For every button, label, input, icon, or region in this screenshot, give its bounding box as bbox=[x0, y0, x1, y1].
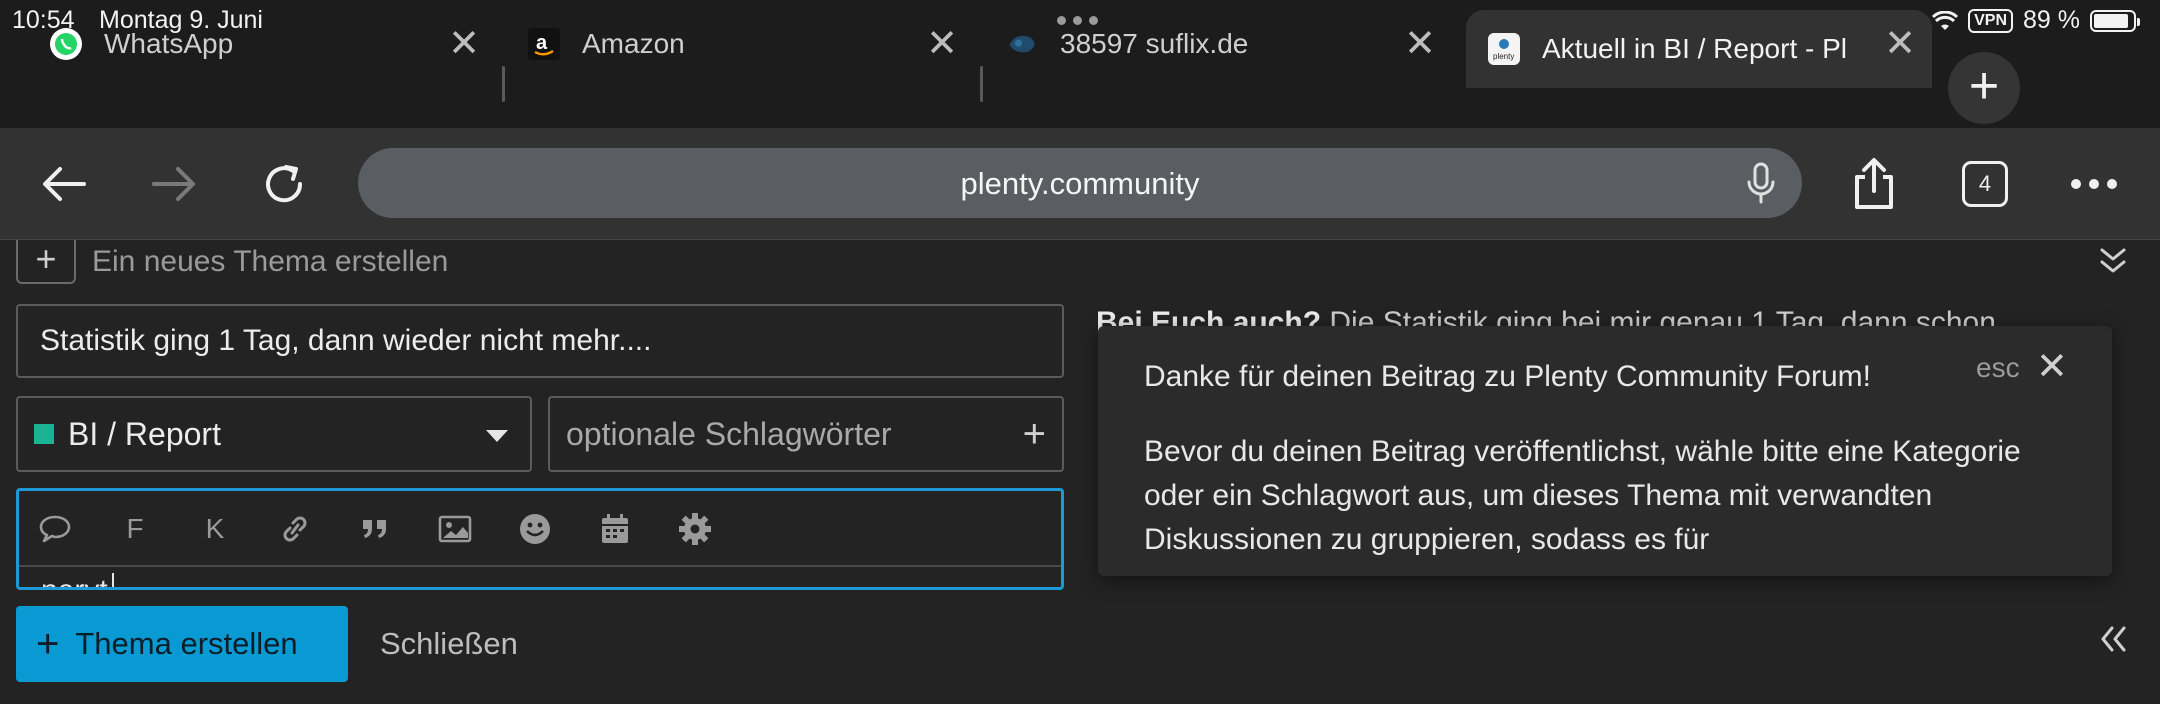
calendar-icon[interactable] bbox=[593, 509, 637, 549]
microphone-icon[interactable] bbox=[1746, 162, 1776, 209]
editor-body-text: nervt bbox=[41, 574, 108, 587]
wifi-icon bbox=[1932, 10, 1959, 30]
tab-plenty-active[interactable]: plenty Aktuell in BI / Report - Pl ✕ bbox=[1466, 10, 1932, 88]
tab-label: Aktuell in BI / Report - Pl bbox=[1542, 33, 1848, 64]
amazon-icon: a bbox=[528, 28, 560, 60]
tab-close-icon[interactable]: ✕ bbox=[1884, 25, 1916, 63]
tags-placeholder: optionale Schlagwörter bbox=[566, 415, 892, 452]
emoji-icon[interactable] bbox=[513, 509, 557, 549]
create-topic-button[interactable]: + Thema erstellen bbox=[16, 606, 348, 682]
tab-label: WhatsApp bbox=[104, 28, 234, 59]
close-composer-link[interactable]: Schließen bbox=[380, 626, 518, 662]
battery-icon bbox=[2090, 9, 2140, 32]
tab-label: Amazon bbox=[582, 28, 685, 59]
battery-percent: 89 % bbox=[2023, 6, 2080, 34]
new-topic-label: Ein neues Thema erstellen bbox=[92, 245, 449, 278]
bold-button[interactable]: F bbox=[113, 509, 157, 549]
plus-icon: + bbox=[36, 622, 60, 666]
address-bar[interactable]: plenty.community bbox=[358, 148, 1802, 218]
tab-amazon[interactable]: a Amazon ✕ bbox=[478, 10, 978, 78]
share-icon[interactable] bbox=[1846, 156, 1902, 212]
image-icon[interactable] bbox=[433, 509, 477, 549]
chevron-down-icon bbox=[486, 430, 508, 442]
text-cursor bbox=[111, 573, 114, 587]
esc-hint: esc bbox=[1976, 352, 2020, 383]
link-icon[interactable] bbox=[273, 509, 317, 549]
composer-editor[interactable]: F K nervt bbox=[16, 488, 1064, 590]
tab-overview-button[interactable]: 4 bbox=[1957, 156, 2013, 212]
forward-arrow-icon[interactable] bbox=[146, 156, 202, 212]
tab-close-icon[interactable]: ✕ bbox=[926, 25, 958, 63]
category-color-swatch bbox=[34, 424, 54, 444]
url-text: plenty.community bbox=[960, 166, 1200, 201]
category-label: BI / Report bbox=[68, 415, 221, 452]
gear-icon[interactable] bbox=[673, 509, 717, 549]
popup-body: Bevor du deinen Beitrag veröffentlichst,… bbox=[1144, 435, 2021, 556]
browser-toolbar: plenty.community 4 bbox=[0, 128, 2160, 240]
vpn-badge: VPN bbox=[1968, 8, 2014, 33]
reload-icon[interactable] bbox=[256, 156, 312, 212]
page-content: + Ein neues Thema erstellen Statistik gi… bbox=[0, 240, 2160, 704]
plenty-icon: plenty bbox=[1488, 33, 1520, 65]
collapse-composer-icon[interactable] bbox=[2098, 246, 2128, 281]
tab-count: 4 bbox=[1962, 161, 2008, 207]
speech-bubble-icon[interactable] bbox=[33, 509, 77, 549]
popup-thanks: Danke für deinen Beitrag zu Plenty Commu… bbox=[1144, 360, 1871, 393]
svg-text:a: a bbox=[536, 32, 548, 54]
new-topic-header: + Ein neues Thema erstellen bbox=[16, 240, 448, 284]
tab-label: 38597 suflix.de bbox=[1060, 28, 1249, 59]
expand-preview-icon[interactable] bbox=[2098, 624, 2128, 659]
topic-title-input[interactable]: Statistik ging 1 Tag, dann wieder nicht … bbox=[16, 304, 1064, 378]
new-tab-button[interactable]: + bbox=[1948, 52, 2020, 124]
whatsapp-icon bbox=[50, 28, 82, 60]
svg-text:plenty: plenty bbox=[1493, 52, 1514, 61]
editor-toolbar: F K bbox=[19, 491, 1061, 567]
composer-hint-popup: esc ✕ Danke für deinen Beitrag zu Plenty… bbox=[1098, 326, 2112, 576]
italic-button[interactable]: K bbox=[193, 509, 237, 549]
tab-close-icon[interactable]: ✕ bbox=[1404, 25, 1436, 63]
close-popup-icon[interactable]: ✕ bbox=[2036, 344, 2068, 389]
create-topic-label: Thema erstellen bbox=[75, 626, 298, 661]
quote-icon[interactable] bbox=[353, 509, 397, 549]
editor-body[interactable]: nervt bbox=[41, 573, 114, 587]
tab-suflix[interactable]: 38597 suflix.de ✕ bbox=[956, 10, 1456, 78]
suflix-icon bbox=[1006, 28, 1038, 60]
category-select[interactable]: BI / Report bbox=[16, 396, 532, 472]
more-menu-icon[interactable] bbox=[2066, 156, 2122, 212]
tags-input[interactable]: optionale Schlagwörter + bbox=[548, 396, 1064, 472]
tab-close-icon[interactable]: ✕ bbox=[448, 25, 480, 63]
back-arrow-icon[interactable] bbox=[36, 156, 92, 212]
tab-whatsapp[interactable]: WhatsApp ✕ bbox=[0, 10, 500, 78]
add-tag-icon[interactable]: + bbox=[1023, 412, 1046, 457]
new-topic-plus-button[interactable]: + bbox=[16, 240, 76, 284]
